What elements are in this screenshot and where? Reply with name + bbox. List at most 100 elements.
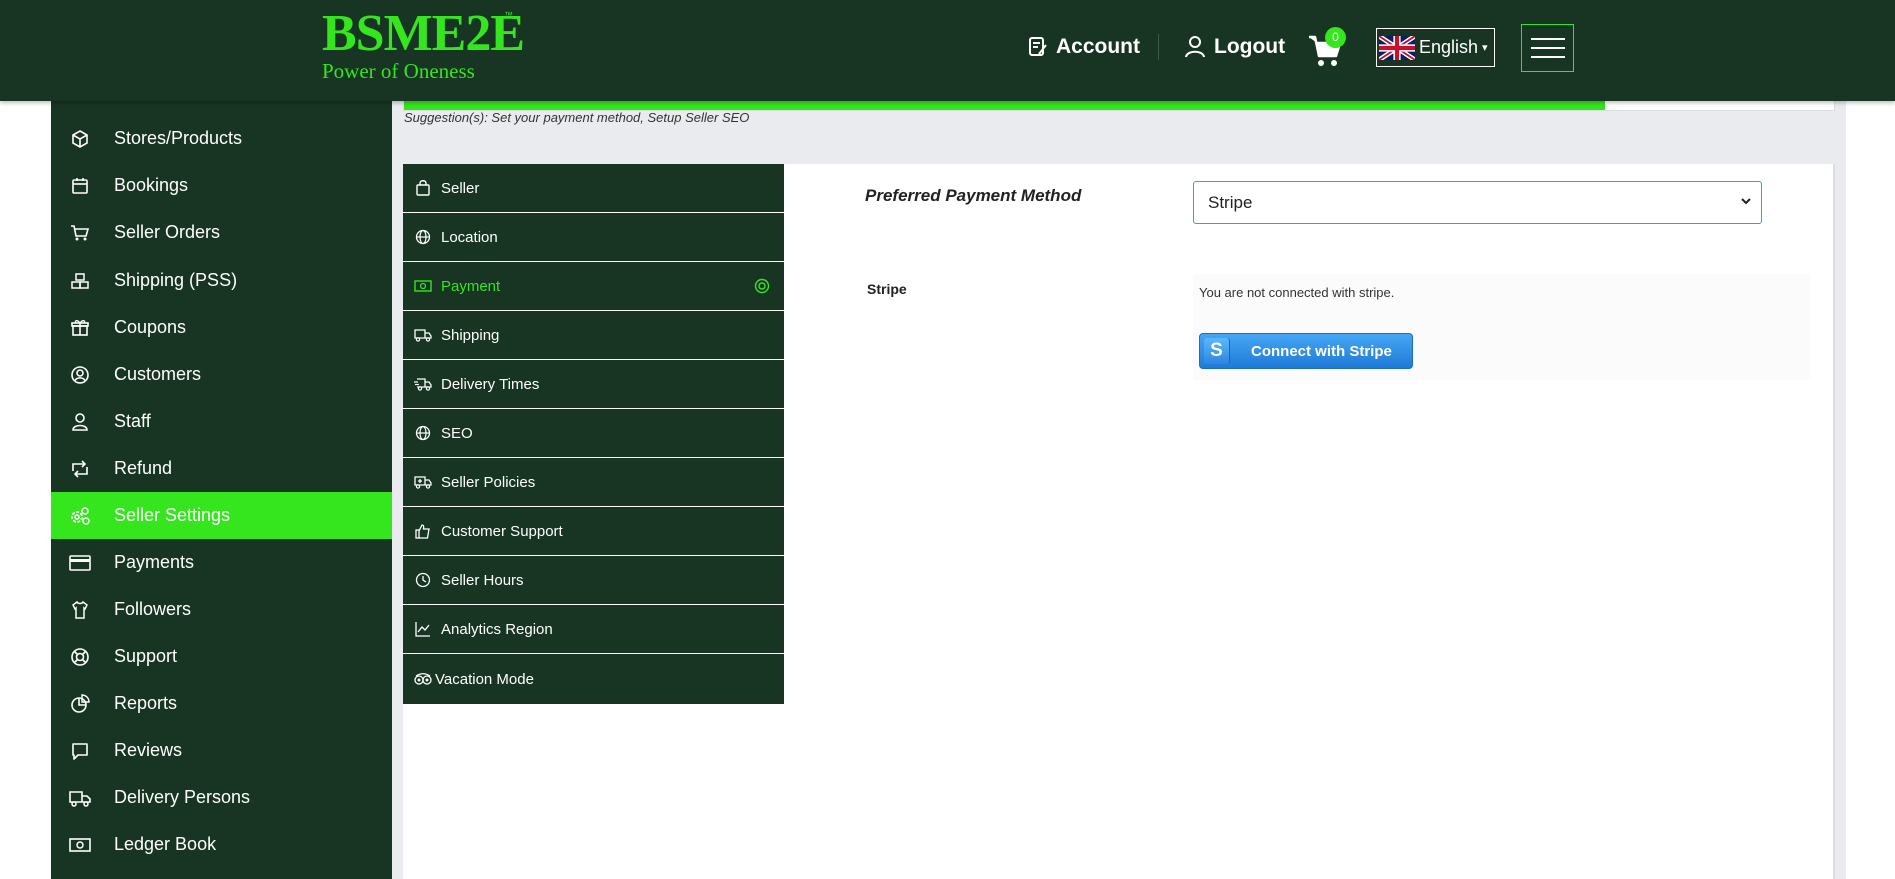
- sidebar-item-payments[interactable]: Payments: [51, 539, 392, 586]
- user-icon: [1185, 36, 1205, 58]
- sidebar-item-label: Staff: [114, 411, 151, 431]
- user-circle-icon: [69, 364, 91, 386]
- box-icon: [69, 128, 91, 150]
- sidebar-item-label: Support: [114, 646, 178, 666]
- settings-tab-label: Seller: [441, 179, 480, 197]
- sidebar-item-label: Delivery Persons: [114, 787, 251, 807]
- sidebar-item-label: Reports: [114, 693, 178, 713]
- comment-icon: [69, 740, 91, 762]
- settings-tab-label: Customer Support: [441, 522, 563, 540]
- logo-trademark: ™: [504, 10, 513, 20]
- tripadvisor-icon: [414, 670, 432, 688]
- globe-icon: [414, 228, 432, 246]
- calendar-icon: [69, 175, 91, 197]
- sidebar-item-bookings[interactable]: Bookings: [51, 162, 392, 209]
- sidebar-item-label: Bookings: [114, 175, 189, 195]
- settings-tab-label: Analytics Region: [441, 620, 553, 638]
- settings-tab-payment[interactable]: Payment: [403, 262, 784, 311]
- settings-tab-vacation-mode[interactable]: Vacation Mode: [403, 654, 784, 704]
- sidebar-item-delivery-persons[interactable]: Delivery Persons: [51, 774, 392, 821]
- boxes-icon: [69, 270, 91, 292]
- settings-menu: Seller Location Payment Shipping Deliver…: [403, 164, 784, 704]
- sidebar-item-stores-products[interactable]: Stores/Products: [51, 115, 392, 162]
- chevron-down-icon: ▾: [1482, 42, 1488, 54]
- file-signature-icon: [1029, 37, 1047, 56]
- suggestion-text: Suggestion(s): Set your payment method, …: [404, 110, 750, 125]
- sidebar-item-customers[interactable]: Customers: [51, 351, 392, 398]
- preferred-payment-select[interactable]: Stripe: [1193, 181, 1762, 224]
- top-header: BSME2E ™ Power of Oneness Account Logout…: [0, 0, 1895, 101]
- settings-tab-seller[interactable]: Seller: [403, 164, 784, 213]
- sidebar-item-label: Ledger Book: [114, 834, 217, 854]
- hamburger-bar: [1530, 38, 1565, 40]
- money-bill-icon: [414, 277, 432, 295]
- sidebar-item-label: Stores/Products: [114, 128, 243, 148]
- sidebar-item-shipping-pss[interactable]: Shipping (PSS): [51, 257, 392, 304]
- settings-tab-location[interactable]: Location: [403, 213, 784, 262]
- cart-count-badge: 0: [1325, 27, 1346, 48]
- shipping-fast-icon: [414, 375, 432, 393]
- line-chart-icon: [414, 620, 432, 638]
- brand-logo[interactable]: BSME2E ™ Power of Oneness: [322, 5, 525, 83]
- hamburger-bar: [1530, 47, 1565, 49]
- truck-icon: [69, 787, 91, 809]
- sidebar-item-reports[interactable]: Reports: [51, 680, 392, 727]
- settings-tab-seo[interactable]: SEO: [403, 409, 784, 458]
- logout-link[interactable]: Logout: [1184, 32, 1285, 62]
- settings-tab-shipping[interactable]: Shipping: [403, 311, 784, 360]
- settings-tab-seller-hours[interactable]: Seller Hours: [403, 556, 784, 605]
- credit-card-icon: [69, 552, 91, 574]
- settings-tab-delivery-times[interactable]: Delivery Times: [403, 360, 784, 409]
- sidebar-item-label: Followers: [114, 599, 192, 619]
- settings-tab-label: Seller Policies: [441, 473, 536, 491]
- sidebar-item-label: Reviews: [114, 740, 183, 760]
- sidebar-item-seller-orders[interactable]: Seller Orders: [51, 209, 392, 256]
- hamburger-bar: [1530, 56, 1565, 58]
- settings-tab-label: Payment: [441, 277, 501, 295]
- sidebar-item-staff[interactable]: Staff: [51, 398, 392, 445]
- nav-divider: [1158, 34, 1159, 60]
- sidebar-item-support[interactable]: Support: [51, 633, 392, 680]
- settings-tab-label: Location: [441, 228, 498, 246]
- language-selector[interactable]: English ▾: [1376, 28, 1495, 67]
- menu-toggle-button[interactable]: [1521, 24, 1574, 72]
- sidebar-item-reviews[interactable]: Reviews: [51, 727, 392, 774]
- settings-tab-label: Seller Hours: [441, 571, 524, 589]
- life-ring-icon: [69, 646, 91, 668]
- settings-tab-label: SEO: [441, 424, 473, 442]
- sidebar-item-label: Shipping (PSS): [114, 270, 238, 290]
- money-icon: [69, 834, 91, 856]
- sidebar-item-ledger-book[interactable]: Ledger Book: [51, 821, 392, 868]
- settings-tab-analytics-region[interactable]: Analytics Region: [403, 605, 784, 654]
- settings-tab-customer-support[interactable]: Customer Support: [403, 507, 784, 556]
- clock-icon: [414, 571, 432, 589]
- settings-tab-label: Delivery Times: [441, 375, 540, 393]
- settings-tab-label: Shipping: [441, 326, 500, 344]
- account-link[interactable]: Account: [1028, 32, 1140, 62]
- sidebar-item-followers[interactable]: Followers: [51, 586, 392, 633]
- logout-label: Logout: [1214, 35, 1286, 58]
- sidebar-item-refund[interactable]: Refund: [51, 445, 392, 492]
- account-label: Account: [1056, 35, 1140, 58]
- stripe-logo-icon: S: [1204, 338, 1230, 364]
- stripe-connect-box: You are not connected with stripe. S Con…: [1193, 274, 1810, 380]
- sidebar-item-seller-settings[interactable]: Seller Settings: [51, 492, 392, 539]
- active-target-icon: [754, 278, 770, 294]
- connect-stripe-label: Connect with Stripe: [1251, 342, 1392, 360]
- thumbs-up-icon: [414, 522, 432, 540]
- user-icon: [69, 411, 91, 433]
- gift-icon: [69, 317, 91, 339]
- preferred-payment-label: Preferred Payment Method: [865, 186, 1082, 205]
- retweet-icon: [69, 458, 91, 480]
- shirt-icon: [69, 599, 91, 621]
- cogs-icon: [69, 505, 91, 527]
- logo-tagline: Power of Oneness: [322, 59, 475, 83]
- settings-tab-seller-policies[interactable]: Seller Policies: [403, 458, 784, 507]
- logo-text: BSME2E: [322, 5, 525, 62]
- sidebar-item-label: Refund: [114, 458, 173, 478]
- globe-icon: [414, 424, 432, 442]
- cart-button[interactable]: 0: [1308, 27, 1352, 68]
- sidebar-item-coupons[interactable]: Coupons: [51, 304, 392, 351]
- connect-stripe-button[interactable]: S Connect with Stripe: [1199, 333, 1413, 369]
- uk-flag-icon: [1379, 35, 1415, 60]
